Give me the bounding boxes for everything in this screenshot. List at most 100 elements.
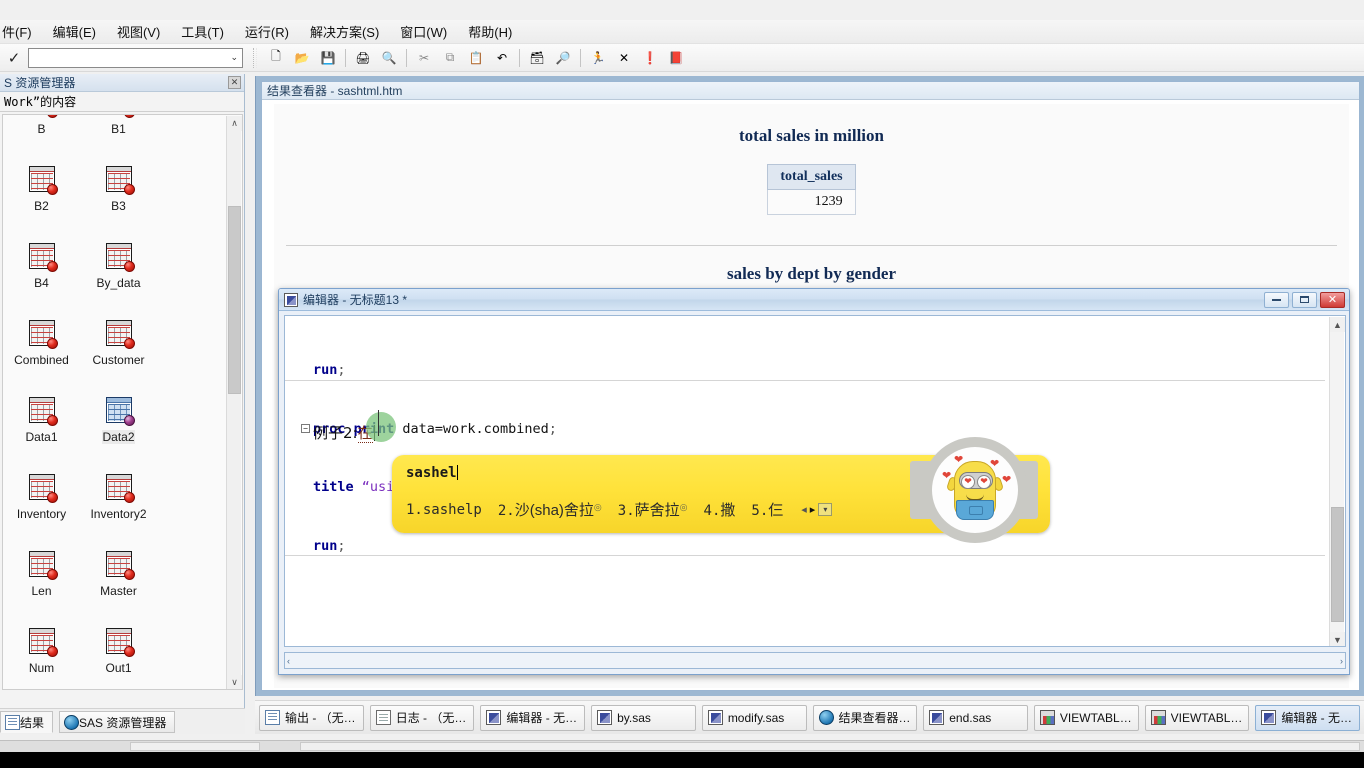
- scroll-up-icon[interactable]: ∧: [227, 116, 242, 131]
- explorer-item-by_data[interactable]: By_data: [80, 235, 157, 312]
- explorer-item-label: B2: [34, 199, 49, 213]
- explorer-item-b3[interactable]: B3: [80, 158, 157, 235]
- cut-icon[interactable]: ✂: [411, 46, 437, 70]
- scroll-down-icon[interactable]: ▼: [1330, 632, 1345, 646]
- taskbar-button-9[interactable]: 编辑器 - 无标...: [1255, 704, 1361, 731]
- about-icon[interactable]: 📕: [663, 46, 689, 70]
- taskbar-button-8[interactable]: VIEWTABLE: ...: [1144, 704, 1250, 731]
- menu-run[interactable]: 运行(R): [235, 19, 300, 44]
- taskbar-button-label: 日志 - （无标...: [395, 711, 469, 725]
- candidate-text: sashelp: [422, 502, 482, 518]
- stop-icon[interactable]: ✕: [611, 46, 637, 70]
- explorer-item-data1[interactable]: Data1: [3, 389, 80, 466]
- ime-candidate-1[interactable]: 1.sashelp: [406, 501, 482, 518]
- taskbar-button-0[interactable]: 输出 - （无标...: [259, 704, 364, 731]
- paste-icon[interactable]: 📋: [463, 46, 489, 70]
- scroll-down-icon[interactable]: ∨: [227, 675, 242, 689]
- dataset-icon: [27, 241, 58, 272]
- taskbar-segment[interactable]: [300, 742, 1360, 751]
- taskbar-button-label: 结果查看器 - ...: [838, 711, 912, 725]
- ime-menu-icon[interactable]: ▾: [818, 503, 833, 516]
- explorer-item-combined[interactable]: Combined: [3, 312, 80, 389]
- toolbar-separator: [519, 48, 520, 67]
- explorer-item-inventory[interactable]: Inventory: [3, 466, 80, 543]
- tab-results[interactable]: 结果: [0, 711, 54, 733]
- toolbar-separator: [580, 48, 581, 67]
- chevron-down-icon[interactable]: ⌄: [230, 52, 238, 63]
- taskbar-segment[interactable]: [130, 742, 260, 751]
- copy-icon[interactable]: ⧉: [437, 46, 463, 70]
- undo-icon[interactable]: ↶: [489, 46, 515, 70]
- menu-tools[interactable]: 工具(T): [171, 19, 235, 44]
- explorer-icon[interactable]: 🔎: [550, 46, 576, 70]
- hscroll-right-icon[interactable]: ›: [1340, 656, 1343, 666]
- dataset-icon: [27, 472, 58, 503]
- explorer-item-len[interactable]: Len: [3, 543, 80, 620]
- taskbar-button-1[interactable]: 日志 - （无标...: [369, 704, 475, 731]
- explorer-item-b1[interactable]: B1: [80, 115, 157, 158]
- dataset-badge-icon: [46, 492, 58, 503]
- results-icon: [5, 714, 20, 730]
- code-line-4: run;: [285, 537, 1325, 556]
- dataset-icon: [27, 115, 58, 118]
- taskbar-button-3[interactable]: by.sas: [591, 704, 696, 731]
- taskbar-button-6[interactable]: end.sas: [923, 704, 1028, 731]
- menu-edit[interactable]: 编辑(E): [43, 19, 107, 44]
- save-icon[interactable]: 💾: [315, 46, 341, 70]
- open-folder-icon[interactable]: 📂: [289, 46, 315, 70]
- explorer-item-master[interactable]: Master: [80, 543, 157, 620]
- editor-vertical-scrollbar[interactable]: ▲ ▼: [1329, 317, 1345, 646]
- explorer-item-b[interactable]: B: [3, 115, 80, 158]
- explorer-item-inventory2[interactable]: Inventory2: [80, 466, 157, 543]
- toolbar-gripper[interactable]: [253, 47, 257, 68]
- close-icon[interactable]: ✕: [228, 76, 241, 89]
- explorer-item-out1[interactable]: Out1: [80, 620, 157, 689]
- taskbar-button-2[interactable]: 编辑器 - 无标...: [480, 704, 586, 731]
- results-viewer-title-bar[interactable]: 结果查看器 - sashtml.htm: [262, 82, 1359, 100]
- next-page-icon[interactable]: ▸: [810, 503, 816, 516]
- ime-candidate-5[interactable]: 5.仨: [751, 499, 783, 520]
- taskbar-button-7[interactable]: VIEWTABLE: ...: [1033, 704, 1139, 731]
- taskbar-button-4[interactable]: modify.sas: [701, 704, 807, 731]
- help-icon[interactable]: ❗: [637, 46, 663, 70]
- run-icon[interactable]: 🏃: [585, 46, 611, 70]
- taskbar-button-5[interactable]: 结果查看器 - ...: [812, 704, 918, 731]
- explorer-scrollbar[interactable]: ∧ ∨: [226, 116, 242, 689]
- hscroll-left-icon[interactable]: ‹: [287, 656, 290, 666]
- scroll-up-icon[interactable]: ▲: [1330, 317, 1345, 332]
- fold-toggle-icon[interactable]: −: [301, 423, 310, 433]
- editor-horizontal-scrollbar[interactable]: ‹ ›: [284, 652, 1346, 669]
- new-icon[interactable]: 🗋: [263, 46, 289, 70]
- explorer-scroll-thumb[interactable]: [228, 206, 241, 394]
- taskbar-button-label: VIEWTABLE: ...: [1170, 710, 1244, 725]
- editor-title-bar[interactable]: 编辑器 - 无标题13 * ✕: [279, 289, 1349, 311]
- new-library-icon[interactable]: 🗃: [524, 46, 550, 70]
- menu-view[interactable]: 视图(V): [107, 19, 171, 44]
- minimize-button[interactable]: [1264, 291, 1289, 308]
- explorer-item-b4[interactable]: B4: [3, 235, 80, 312]
- menu-file[interactable]: 件(F): [0, 19, 43, 44]
- menu-help[interactable]: 帮助(H): [458, 19, 523, 44]
- ime-candidate-4[interactable]: 4.撒: [704, 499, 736, 520]
- toolbar-separator: [406, 48, 407, 67]
- restore-button[interactable]: [1292, 291, 1317, 308]
- print-preview-icon[interactable]: 🔍: [376, 46, 402, 70]
- close-button[interactable]: ✕: [1320, 291, 1345, 308]
- menu-solutions[interactable]: 解决方案(S): [300, 19, 390, 44]
- explorer-item-b2[interactable]: B2: [3, 158, 80, 235]
- command-bar-input[interactable]: ⌄: [28, 47, 243, 68]
- editor-vscroll-thumb[interactable]: [1331, 507, 1344, 622]
- explorer-item-customer[interactable]: Customer: [80, 312, 157, 389]
- ime-candidate-2[interactable]: 2.沙(sha)舍拉◎: [498, 499, 602, 520]
- prev-page-icon[interactable]: ◂: [801, 503, 807, 516]
- menu-window[interactable]: 窗口(W): [390, 19, 458, 44]
- explorer-item-data2[interactable]: Data2: [80, 389, 157, 466]
- print-icon[interactable]: 🖨: [350, 46, 376, 70]
- submit-check-icon[interactable]: ✓: [2, 46, 26, 70]
- code-line-2: − proc print data=work.combined;: [285, 420, 1325, 440]
- ime-candidate-3[interactable]: 3.萨舍拉◎: [618, 499, 688, 520]
- tab-sas-explorer[interactable]: SAS 资源管理器: [59, 711, 176, 733]
- dataset-icon: [27, 318, 58, 349]
- explorer-item-num[interactable]: Num: [3, 620, 80, 689]
- candidate-number: 5.: [751, 503, 769, 519]
